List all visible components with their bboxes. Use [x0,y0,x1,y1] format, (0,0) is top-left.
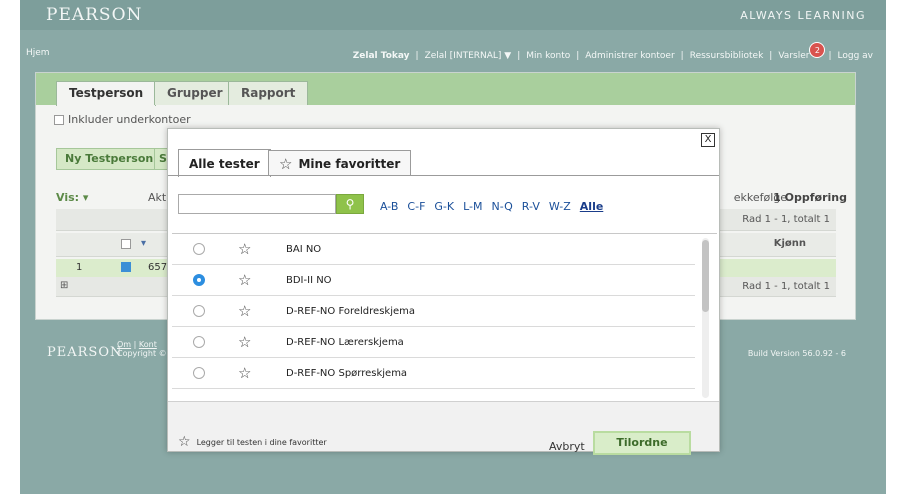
nav-account-dropdown[interactable]: Zelal [INTERNAL] ▼ [422,51,515,61]
list-item[interactable]: ☆ BAI NO [172,234,695,265]
rows-info-bottom: Rad 1 - 1, totalt 1 [742,281,830,292]
nav-alerts-link[interactable]: Varsler [775,51,812,61]
favorites-hint-text: Legger til testen i dine favoritter [196,437,327,447]
grid-icon[interactable]: ⊞ [60,280,68,291]
nav-separator: | [415,51,419,61]
footer-logo: PEARSON [47,345,123,360]
column-header-gender[interactable]: Kjønn [774,238,806,249]
tab-grupper[interactable]: Grupper [154,81,236,105]
nav-separator: | [769,51,773,61]
list-item[interactable]: ☆ BDI-II NO [172,265,695,296]
pearson-logo: PEARSON [46,5,143,25]
nav-separator: | [576,51,580,61]
nav-bar: Hjem Zelal Tokay | Zelal [INTERNAL] ▼ | … [20,30,886,72]
favorite-star-icon[interactable]: ☆ [238,333,251,351]
entry-count: 1 Oppføring [773,191,847,204]
test-radio[interactable] [193,243,205,255]
alpha-filter-all[interactable]: Alle [580,200,604,213]
scrollbar-thumb[interactable] [702,240,709,312]
nav-right: Zelal Tokay | Zelal [INTERNAL] ▼ | Min k… [350,42,877,64]
top-bar: PEARSON ALWAYS LEARNING [20,0,886,30]
nav-manage-accounts-link[interactable]: Administrer kontoer [582,51,677,61]
test-radio[interactable] [193,367,205,379]
favorite-star-icon[interactable]: ☆ [238,302,251,320]
footer-about-link[interactable]: Om [117,340,131,349]
list-item[interactable]: ☆ D-REF-NO Spørreskjema [172,358,695,389]
alpha-filter-bar: A-B C-F G-K L-M N-Q R-V W-Z Alle [380,200,612,213]
test-radio[interactable] [193,336,205,348]
vis-filter[interactable]: Vis: ▾ [56,191,88,204]
tab-all-tests[interactable]: Alle tester [178,149,271,177]
test-name: D-REF-NO Lærerskjema [286,336,404,348]
alpha-filter-c-f[interactable]: C-F [407,200,425,213]
nav-user-name: Zelal Tokay [352,51,410,61]
row-number: 1 [76,262,83,273]
dialog-footer: ☆ Legger til testen i dine favoritter Av… [168,401,719,455]
nav-resources-link[interactable]: Ressursbibliotek [687,51,767,61]
list-item[interactable]: ☆ D-REF-NO Foreldreskjema [172,296,695,327]
select-all-caret[interactable]: ▾ [141,238,146,249]
include-subaccounts-checkbox[interactable] [54,114,64,125]
test-radio-selected[interactable] [193,274,205,286]
include-subaccounts-row: Inkluder underkontoer [54,113,191,126]
nav-logout-link[interactable]: Logg av [835,51,877,61]
favorite-star-icon[interactable]: ☆ [238,271,251,289]
test-name: BDI-II NO [286,274,332,286]
search-input[interactable] [178,194,336,214]
test-picker-dialog: X Alle tester ☆ Mine favoritter ⚲ A-B C-… [167,128,720,455]
test-name: D-REF-NO Spørreskjema [286,367,408,379]
cancel-button[interactable]: Avbryt [549,440,585,453]
footer-links: Om | Kont Copyright © [117,340,167,358]
star-icon: ☆ [279,154,293,173]
tab-my-favorites-label: Mine favoritter [298,156,401,171]
tagline: ALWAYS LEARNING [740,9,866,22]
include-subaccounts-label: Inkluder underkontoer [68,113,191,126]
alpha-filter-r-v[interactable]: R-V [522,200,540,213]
star-icon: ☆ [178,434,191,450]
alpha-filter-w-z[interactable]: W-Z [549,200,571,213]
main-tabstrip: Testperson Grupper Rapport [36,73,855,106]
alpha-filter-n-q[interactable]: N-Q [492,200,513,213]
nav-home-link[interactable]: Hjem [26,48,50,58]
test-radio[interactable] [193,305,205,317]
alerts-count-badge[interactable]: 2 [809,42,826,58]
tab-my-favorites[interactable]: ☆ Mine favoritter [268,150,412,176]
rows-info-top: Rad 1 - 1, totalt 1 [742,214,830,225]
test-name: D-REF-NO Foreldreskjema [286,305,415,317]
favorite-star-icon[interactable]: ☆ [238,364,251,382]
row-checkbox[interactable] [121,262,131,272]
tab-testperson[interactable]: Testperson [56,81,157,106]
list-item[interactable]: ☆ D-REF-NO Lærerskjema [172,327,695,358]
tab-all-tests-label: Alle tester [189,156,260,171]
test-list: ☆ BAI NO ☆ BDI-II NO ☆ D-REF-NO Foreldre… [172,233,717,401]
alpha-filter-g-k[interactable]: G-K [434,200,454,213]
tab-rapport[interactable]: Rapport [228,81,309,105]
assign-button[interactable]: Tilordne [593,431,691,455]
alpha-filter-a-b[interactable]: A-B [380,200,398,213]
select-all-checkbox[interactable] [121,239,131,249]
dialog-header: X Alle tester ☆ Mine favoritter [168,129,719,187]
new-testperson-button[interactable]: Ny Testperson [56,148,163,170]
favorite-star-icon[interactable]: ☆ [238,240,251,258]
test-name: BAI NO [286,243,322,255]
search-icon: ⚲ [345,197,355,211]
nav-separator: | [828,51,832,61]
tab-divider [168,175,719,176]
favorites-hint: ☆ Legger til testen i dine favoritter [178,434,327,450]
close-button[interactable]: X [701,133,715,147]
search-box: ⚲ [178,194,364,214]
nav-separator: | [680,51,684,61]
search-button[interactable]: ⚲ [336,194,364,214]
nav-my-account-link[interactable]: Min konto [523,51,573,61]
nav-separator: | [517,51,521,61]
footer-contact-link[interactable]: Kont [139,340,157,349]
list-scrollbar[interactable] [702,238,709,398]
alpha-filter-l-m[interactable]: L-M [463,200,482,213]
build-version: Build Version 56.0.92 - 6 [747,349,846,358]
footer-copyright: Copyright © [117,349,167,358]
